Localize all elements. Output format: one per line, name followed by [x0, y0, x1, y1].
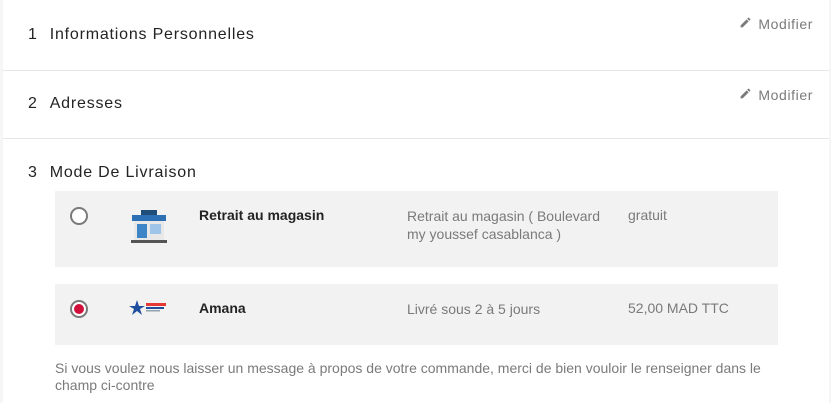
step-number: 1 — [28, 26, 38, 43]
step-label: Adresses — [49, 95, 123, 112]
delivery-option-store-pickup[interactable]: Retrait au magasin Retrait au magasin ( … — [55, 191, 778, 267]
carrier-delay: Retrait au magasin ( Boulevard my yousse… — [407, 208, 600, 242]
step-number: 3 — [28, 164, 38, 181]
step-number: 2 — [28, 95, 38, 112]
store-icon — [129, 205, 169, 250]
step-label: Informations Personnelles — [49, 26, 255, 43]
step-title: 2 Adresses — [28, 95, 123, 113]
step-label: Mode De Livraison — [49, 164, 197, 181]
step-title: 1 Informations Personnelles — [28, 26, 255, 44]
edit-label: Modifier — [758, 87, 813, 103]
carrier-delay: Livré sous 2 à 5 jours — [407, 301, 541, 317]
step-delivery-mode: 3 Mode De Livraison Retrait au magasin R… — [3, 139, 829, 403]
pencil-icon — [739, 16, 752, 32]
amana-logo-icon — [129, 296, 169, 323]
delivery-option-amana[interactable]: Amana Livré sous 2 à 5 jours 52,00 MAD T… — [55, 284, 778, 345]
step-addresses: 2 Adresses Modifier — [3, 71, 829, 139]
step-personal-info: 1 Informations Personnelles Modifier — [3, 0, 829, 71]
edit-addresses-button[interactable]: Modifier — [739, 87, 813, 103]
pencil-icon — [739, 87, 752, 103]
delivery-radio-amana[interactable] — [70, 300, 88, 318]
delivery-radio-store-pickup[interactable] — [70, 207, 88, 225]
carrier-name: Retrait au magasin — [199, 207, 325, 223]
carrier-price: 52,00 MAD TTC — [628, 300, 729, 316]
carrier-price: gratuit — [628, 207, 667, 223]
step-title: 3 Mode De Livraison — [28, 164, 197, 182]
edit-label: Modifier — [758, 16, 813, 32]
order-message-instructions: Si vous voulez nous laisser un message à… — [55, 360, 761, 393]
carrier-name: Amana — [199, 300, 246, 316]
edit-personal-info-button[interactable]: Modifier — [739, 16, 813, 32]
